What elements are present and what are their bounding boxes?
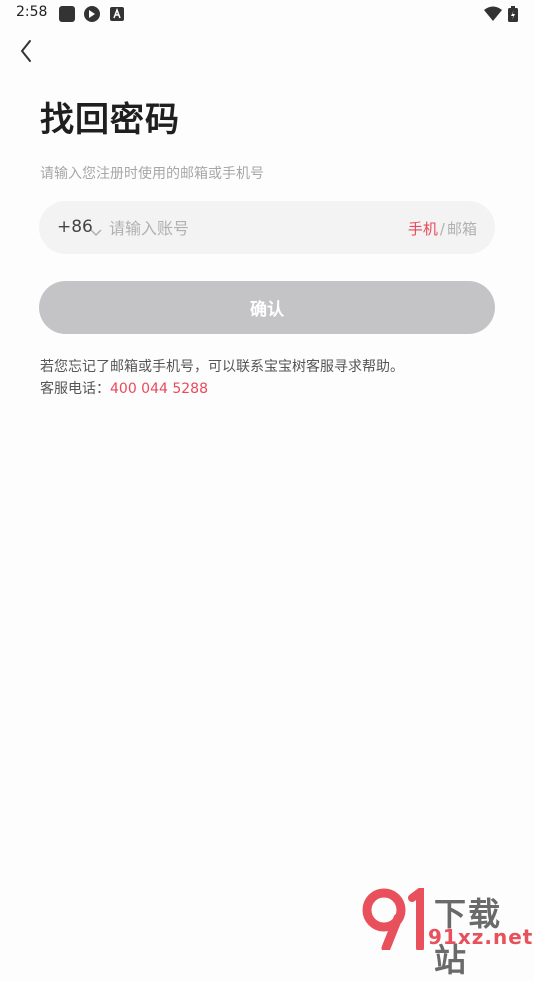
- mode-separator: /: [439, 220, 445, 238]
- watermark-bottom-text: 91xz.net: [428, 925, 534, 949]
- page-subtitle: 请输入您注册时使用的邮箱或手机号: [40, 166, 264, 182]
- help-text: 若您忘记了邮箱或手机号，可以联系宝宝树客服寻求帮助。 客服电话：400 044 …: [40, 356, 404, 400]
- service-phone-link[interactable]: 400 044 5288: [110, 381, 208, 397]
- app-square-icon: [59, 6, 75, 22]
- help-line-1: 若您忘记了邮箱或手机号，可以联系宝宝树客服寻求帮助。: [40, 359, 404, 375]
- confirm-button[interactable]: 确认: [39, 281, 495, 334]
- chevron-down-icon[interactable]: [90, 222, 102, 236]
- account-field: +86 手机/邮箱: [39, 201, 495, 254]
- font-a-icon: [110, 6, 126, 22]
- chevron-left-icon: [21, 40, 31, 62]
- help-line-2: 客服电话：400 044 5288: [40, 378, 404, 400]
- account-mode-switch: 手机 / 邮箱: [408, 218, 477, 239]
- back-button[interactable]: [14, 36, 42, 66]
- status-bar: 2:58: [0, 0, 534, 28]
- page-title: 找回密码: [40, 100, 180, 140]
- mode-email-tab[interactable]: 邮箱: [447, 220, 477, 238]
- mode-phone-tab[interactable]: 手机: [408, 220, 438, 238]
- sync-icon: [84, 6, 100, 22]
- help-phone-label: 客服电话：: [40, 381, 110, 397]
- wifi-icon: [484, 6, 502, 22]
- country-code-selector[interactable]: +86: [57, 217, 93, 237]
- battery-icon: [508, 6, 524, 22]
- account-input[interactable]: [109, 213, 359, 243]
- status-time: 2:58: [16, 4, 48, 20]
